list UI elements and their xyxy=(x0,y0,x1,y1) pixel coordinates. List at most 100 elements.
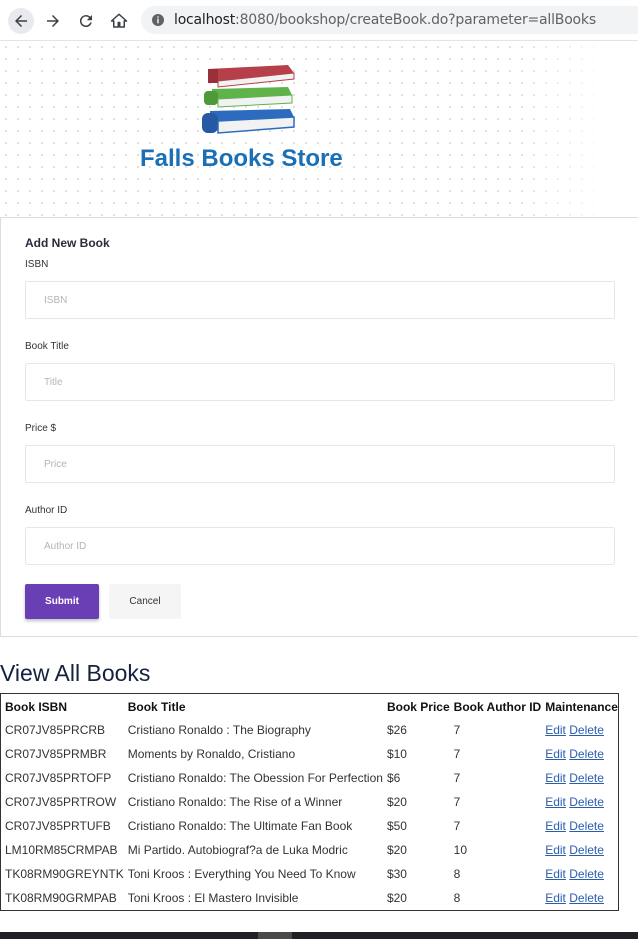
table-row: CR07JV85PRTUFB Cristiano Ronaldo: The Ult… xyxy=(1,814,618,838)
edit-link[interactable]: Edit xyxy=(545,867,566,881)
column-header-author-id: Book Author ID xyxy=(453,700,542,714)
delete-link[interactable]: Delete xyxy=(569,771,604,785)
title-cell: Cristiano Ronaldo: The Obession For Perf… xyxy=(127,770,383,785)
url-host: localhost xyxy=(174,12,236,28)
maintenance-cell: Edit Delete xyxy=(541,814,618,838)
browser-toolbar: localhost:8080/bookshop/createBook.do?pa… xyxy=(0,0,638,41)
title-cell: Toni Kroos : Everything You Need To Know xyxy=(127,866,356,881)
column-header-title: Book Title xyxy=(127,700,186,714)
taskbar xyxy=(0,932,638,939)
submit-button[interactable]: Submit xyxy=(25,584,99,619)
forward-button[interactable] xyxy=(40,8,66,34)
edit-link[interactable]: Edit xyxy=(545,771,566,785)
delete-link[interactable]: Delete xyxy=(569,795,604,809)
column-header-maintenance: Maintenance xyxy=(545,700,618,714)
delete-link[interactable]: Delete xyxy=(569,891,604,905)
maintenance-cell: Edit Delete xyxy=(541,790,618,814)
info-icon[interactable] xyxy=(150,12,166,28)
price-cell: $50 xyxy=(386,818,407,833)
maintenance-cell: Edit Delete xyxy=(541,766,618,790)
column-header-price: Book Price xyxy=(386,700,450,714)
price-cell: $30 xyxy=(386,866,407,881)
edit-link[interactable]: Edit xyxy=(545,819,566,833)
isbn-cell: CR07JV85PRMBR xyxy=(5,746,107,761)
maintenance-cell: Edit Delete xyxy=(541,742,618,766)
delete-link[interactable]: Delete xyxy=(569,747,604,761)
maintenance-cell: Edit Delete xyxy=(541,718,618,742)
url-text: localhost:8080/bookshop/createBook.do?pa… xyxy=(174,12,596,28)
table-row: CR07JV85PRTROW Cristiano Ronaldo: The Ris… xyxy=(1,790,618,814)
table-row: TK08RM90GRMPAB Toni Kroos : El Mastero In… xyxy=(1,886,618,910)
edit-link[interactable]: Edit xyxy=(545,891,566,905)
book-title-label: Book Title xyxy=(25,341,69,352)
price-label: Price $ xyxy=(25,423,57,434)
price-cell: $20 xyxy=(386,890,407,905)
address-bar[interactable]: localhost:8080/bookshop/createBook.do?pa… xyxy=(141,6,638,34)
maintenance-cell: Edit Delete xyxy=(541,886,618,910)
isbn-cell: TK08RM90GRMPAB xyxy=(5,890,117,905)
title-cell: Mi Partido. Autobiograf?a de Luka Modric xyxy=(127,842,348,857)
author-id-input[interactable] xyxy=(25,527,615,565)
table-header-row: Book ISBN Book Title Book Price Book Aut… xyxy=(1,694,618,718)
author-id-cell: 8 xyxy=(453,890,461,905)
table-row: LM10RM85CRMPAB Mi Partido. Autobiograf?a … xyxy=(1,838,618,862)
site-header: Falls Books Store xyxy=(0,41,638,217)
table-row: TK08RM90GREYNTK Toni Kroos : Everything Y… xyxy=(1,862,618,886)
isbn-label: ISBN xyxy=(25,259,49,270)
title-cell: Cristiano Ronaldo: The Ultimate Fan Book xyxy=(127,818,353,833)
isbn-cell: LM10RM85CRMPAB xyxy=(5,842,118,857)
author-id-cell: 7 xyxy=(453,746,461,761)
isbn-input[interactable] xyxy=(25,281,615,319)
author-id-cell: 7 xyxy=(453,770,461,785)
author-id-cell: 10 xyxy=(453,842,468,857)
form-title: Add New Book xyxy=(25,236,110,250)
store-name: Falls Books Store xyxy=(140,145,343,172)
add-book-form: Add New Book ISBN Book Title Price $ Aut… xyxy=(0,217,638,637)
book-title-input[interactable] xyxy=(25,363,615,401)
isbn-cell: CR07JV85PRTUFB xyxy=(5,818,111,833)
home-button[interactable] xyxy=(106,8,132,34)
price-cell: $20 xyxy=(386,842,407,857)
arrow-left-icon xyxy=(15,15,27,27)
price-cell: $10 xyxy=(386,746,407,761)
delete-link[interactable]: Delete xyxy=(569,867,604,881)
back-button[interactable] xyxy=(8,8,34,34)
books-table-body: CR07JV85PRCRB Cristiano Ronaldo : The Bio… xyxy=(1,718,618,910)
title-cell: Cristiano Ronaldo : The Biography xyxy=(127,722,311,737)
home-icon xyxy=(110,13,128,28)
delete-link[interactable]: Delete xyxy=(569,819,604,833)
reload-icon xyxy=(79,15,92,28)
table-row: CR07JV85PRTOFP Cristiano Ronaldo: The Obe… xyxy=(1,766,618,790)
edit-link[interactable]: Edit xyxy=(545,747,566,761)
author-id-cell: 7 xyxy=(453,722,461,737)
author-id-cell: 8 xyxy=(453,866,461,881)
table-row: CR07JV85PRMBR Moments by Ronaldo, Cristia… xyxy=(1,742,618,766)
edit-link[interactable]: Edit xyxy=(545,795,566,809)
price-cell: $6 xyxy=(386,770,401,785)
column-header-isbn: Book ISBN xyxy=(5,700,68,714)
table-row: CR07JV85PRCRB Cristiano Ronaldo : The Bio… xyxy=(1,718,618,742)
delete-link[interactable]: Delete xyxy=(569,843,604,857)
author-id-cell: 7 xyxy=(453,818,461,833)
maintenance-cell: Edit Delete xyxy=(541,838,618,862)
scrollbar-thumb[interactable] xyxy=(258,932,292,939)
isbn-cell: TK08RM90GREYNTK xyxy=(5,866,124,881)
price-input[interactable] xyxy=(25,445,615,483)
title-cell: Cristiano Ronaldo: The Rise of a Winner xyxy=(127,794,343,809)
price-cell: $26 xyxy=(386,722,407,737)
edit-link[interactable]: Edit xyxy=(545,723,566,737)
delete-link[interactable]: Delete xyxy=(569,723,604,737)
books-stack-icon xyxy=(202,65,295,134)
books-section-title: View All Books xyxy=(0,660,151,686)
reload-button[interactable] xyxy=(73,8,99,34)
cancel-button[interactable]: Cancel xyxy=(109,584,181,619)
edit-link[interactable]: Edit xyxy=(545,843,566,857)
isbn-cell: CR07JV85PRCRB xyxy=(5,722,106,737)
author-id-cell: 7 xyxy=(453,794,461,809)
books-table: Book ISBN Book Title Book Price Book Aut… xyxy=(0,693,619,911)
arrow-right-icon xyxy=(47,15,59,27)
maintenance-cell: Edit Delete xyxy=(541,862,618,886)
store-logo: Falls Books Store xyxy=(140,55,370,195)
title-cell: Moments by Ronaldo, Cristiano xyxy=(127,746,296,761)
author-id-label: Author ID xyxy=(25,505,68,516)
